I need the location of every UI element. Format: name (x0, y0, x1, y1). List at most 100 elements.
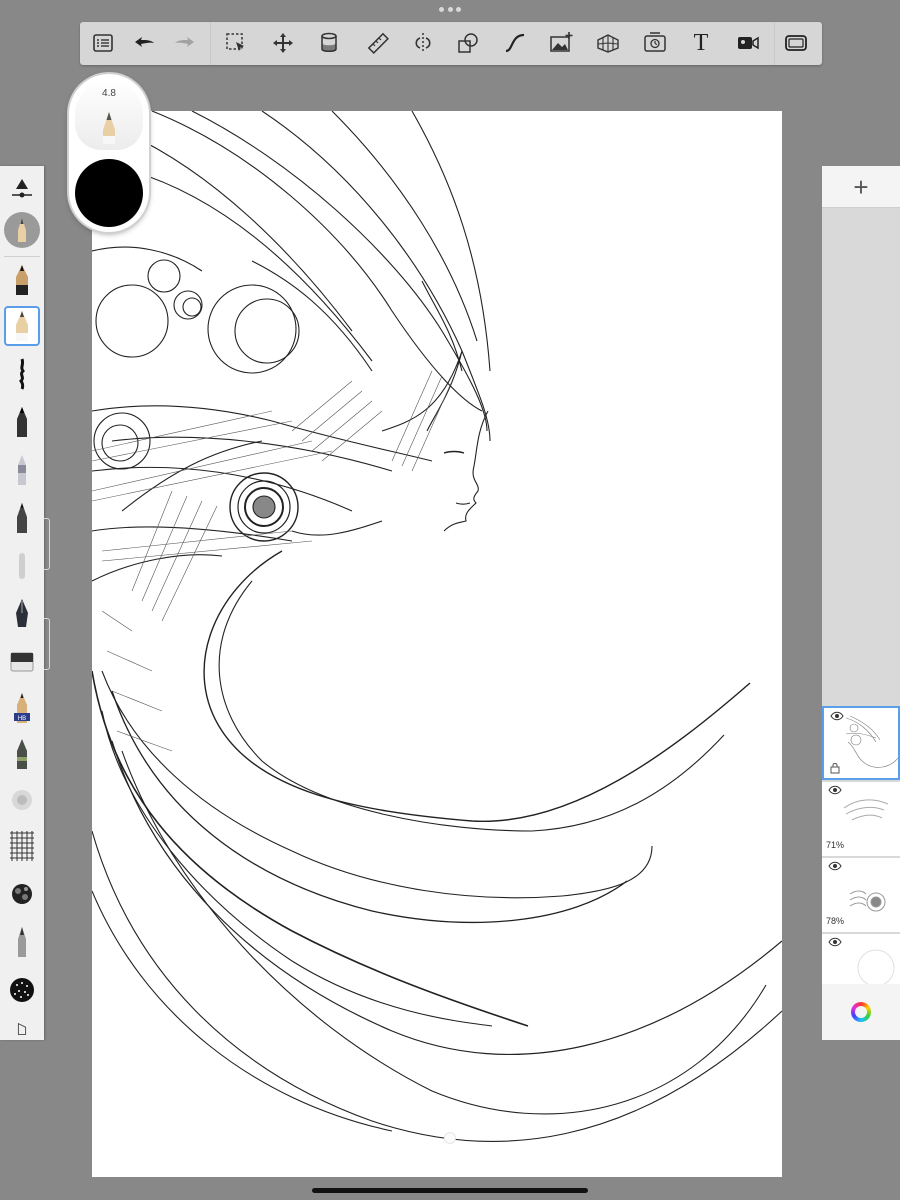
brush-marker[interactable] (4, 402, 40, 442)
selection-icon (226, 33, 244, 51)
add-layer-button[interactable]: + (822, 166, 900, 208)
curve-icon (505, 33, 525, 53)
pencil-icon (16, 265, 28, 295)
brush-palette-more[interactable] (4, 1018, 40, 1040)
eye-icon[interactable] (828, 937, 842, 947)
stipple-blot-icon (10, 978, 34, 1002)
undo-button[interactable] (129, 28, 159, 58)
timelapse-icon (644, 32, 666, 52)
dot (456, 7, 461, 12)
transform-button[interactable] (268, 28, 298, 58)
brush-preview-icon (4, 212, 40, 248)
toolbar-separator (210, 22, 211, 65)
timelapse-button[interactable] (640, 28, 670, 58)
toolbar-separator (774, 22, 775, 65)
palette-divider (4, 256, 40, 257)
brush-size-puck[interactable]: 4.8 (69, 74, 149, 232)
brush-size-value: 4.8 (102, 88, 116, 99)
left-palette-handle-upper[interactable] (44, 518, 50, 570)
home-indicator (312, 1188, 588, 1193)
ballpoint-icon (17, 503, 27, 533)
video-camera-icon (738, 36, 759, 50)
curve-button[interactable] (500, 28, 530, 58)
eye-icon[interactable] (830, 711, 844, 721)
layer-item[interactable]: 71% (822, 782, 900, 856)
layer-item[interactable] (822, 706, 900, 780)
layer-opacity: 71% (826, 840, 845, 850)
color-wheel-icon (851, 1002, 871, 1022)
hb-label: HB (18, 716, 26, 722)
undo-icon (135, 37, 154, 47)
eye-icon[interactable] (828, 785, 842, 795)
plus-icon: + (853, 171, 869, 202)
canvas-resize-handle[interactable] (444, 1132, 456, 1144)
grid-texture-icon (10, 831, 34, 861)
redo-button[interactable] (170, 28, 200, 58)
fineliner-icon (18, 455, 26, 485)
image-button[interactable] (546, 28, 576, 58)
pencil-light-icon (16, 311, 28, 341)
text-button[interactable]: T (686, 28, 716, 58)
more-brushes-icon (17, 1022, 27, 1035)
ruler-button[interactable] (363, 28, 393, 58)
perspective-grid-icon (597, 34, 619, 53)
brush-charcoal-blot[interactable] (4, 874, 40, 914)
perspective-button[interactable] (593, 28, 623, 58)
marker-icon (17, 407, 27, 437)
color-picker-button[interactable] (822, 984, 900, 1040)
symmetry-icon (415, 33, 431, 53)
smudge-icon (19, 553, 25, 579)
dot (447, 7, 453, 12)
brush-fine-marker[interactable] (4, 734, 40, 774)
brush-smudge[interactable] (4, 546, 40, 586)
fill-button[interactable] (314, 28, 344, 58)
current-color-swatch[interactable] (75, 159, 143, 227)
brush-chisel-pen[interactable] (4, 922, 40, 962)
redo-icon (175, 37, 194, 47)
move-icon (273, 33, 293, 53)
shapes-icon (458, 33, 478, 53)
charcoal-blot-icon (12, 884, 32, 904)
brush-fineliner[interactable] (4, 450, 40, 490)
chisel-pen-icon (18, 927, 26, 957)
layer-opacity: 78% (826, 916, 845, 926)
select-button[interactable] (221, 28, 251, 58)
dot (439, 7, 444, 12)
brush-stipple-blot[interactable] (4, 970, 40, 1010)
brush-pencil-light[interactable] (4, 306, 40, 346)
symmetry-button[interactable] (408, 28, 438, 58)
brush-grid-texture[interactable] (4, 826, 40, 866)
eye-icon[interactable] (828, 861, 842, 871)
fine-marker-icon (17, 739, 27, 769)
brush-pencil-hb[interactable]: HB (4, 688, 40, 728)
layer-item[interactable]: 78% (822, 858, 900, 932)
brush-eraser[interactable] (4, 642, 40, 682)
lock-icon (830, 763, 840, 774)
brush-airbrush[interactable] (4, 780, 40, 820)
layer-panel: + 71% 78% (822, 166, 900, 1040)
drawing-canvas[interactable] (92, 111, 782, 1177)
artwork (92, 111, 782, 1142)
shapes-button[interactable] (453, 28, 483, 58)
airbrush-icon (12, 790, 32, 810)
main-toolbar: T (80, 22, 822, 65)
list-icon (93, 34, 113, 52)
layer-thumbnail (849, 890, 886, 912)
eraser-icon (10, 652, 34, 672)
layer-thumbnail (846, 715, 898, 768)
fullscreen-icon (785, 35, 807, 51)
toolbar-drag-handle[interactable] (439, 7, 461, 13)
record-button[interactable] (733, 28, 763, 58)
brush-palette-settings-button[interactable] (4, 170, 40, 210)
brush-ballpoint[interactable] (4, 498, 40, 538)
left-palette-handle-lower[interactable] (44, 618, 50, 670)
brush-size-preview[interactable] (4, 210, 40, 250)
brush-fountain-pen[interactable] (4, 594, 40, 634)
ruler-icon (367, 32, 389, 54)
fill-bucket-icon (321, 32, 337, 52)
brush-ink-splatter[interactable] (4, 354, 40, 394)
pencil-tip-icon (103, 112, 115, 144)
brush-pencil[interactable] (4, 260, 40, 300)
fullscreen-button[interactable] (781, 28, 811, 58)
lists-button[interactable] (88, 28, 118, 58)
